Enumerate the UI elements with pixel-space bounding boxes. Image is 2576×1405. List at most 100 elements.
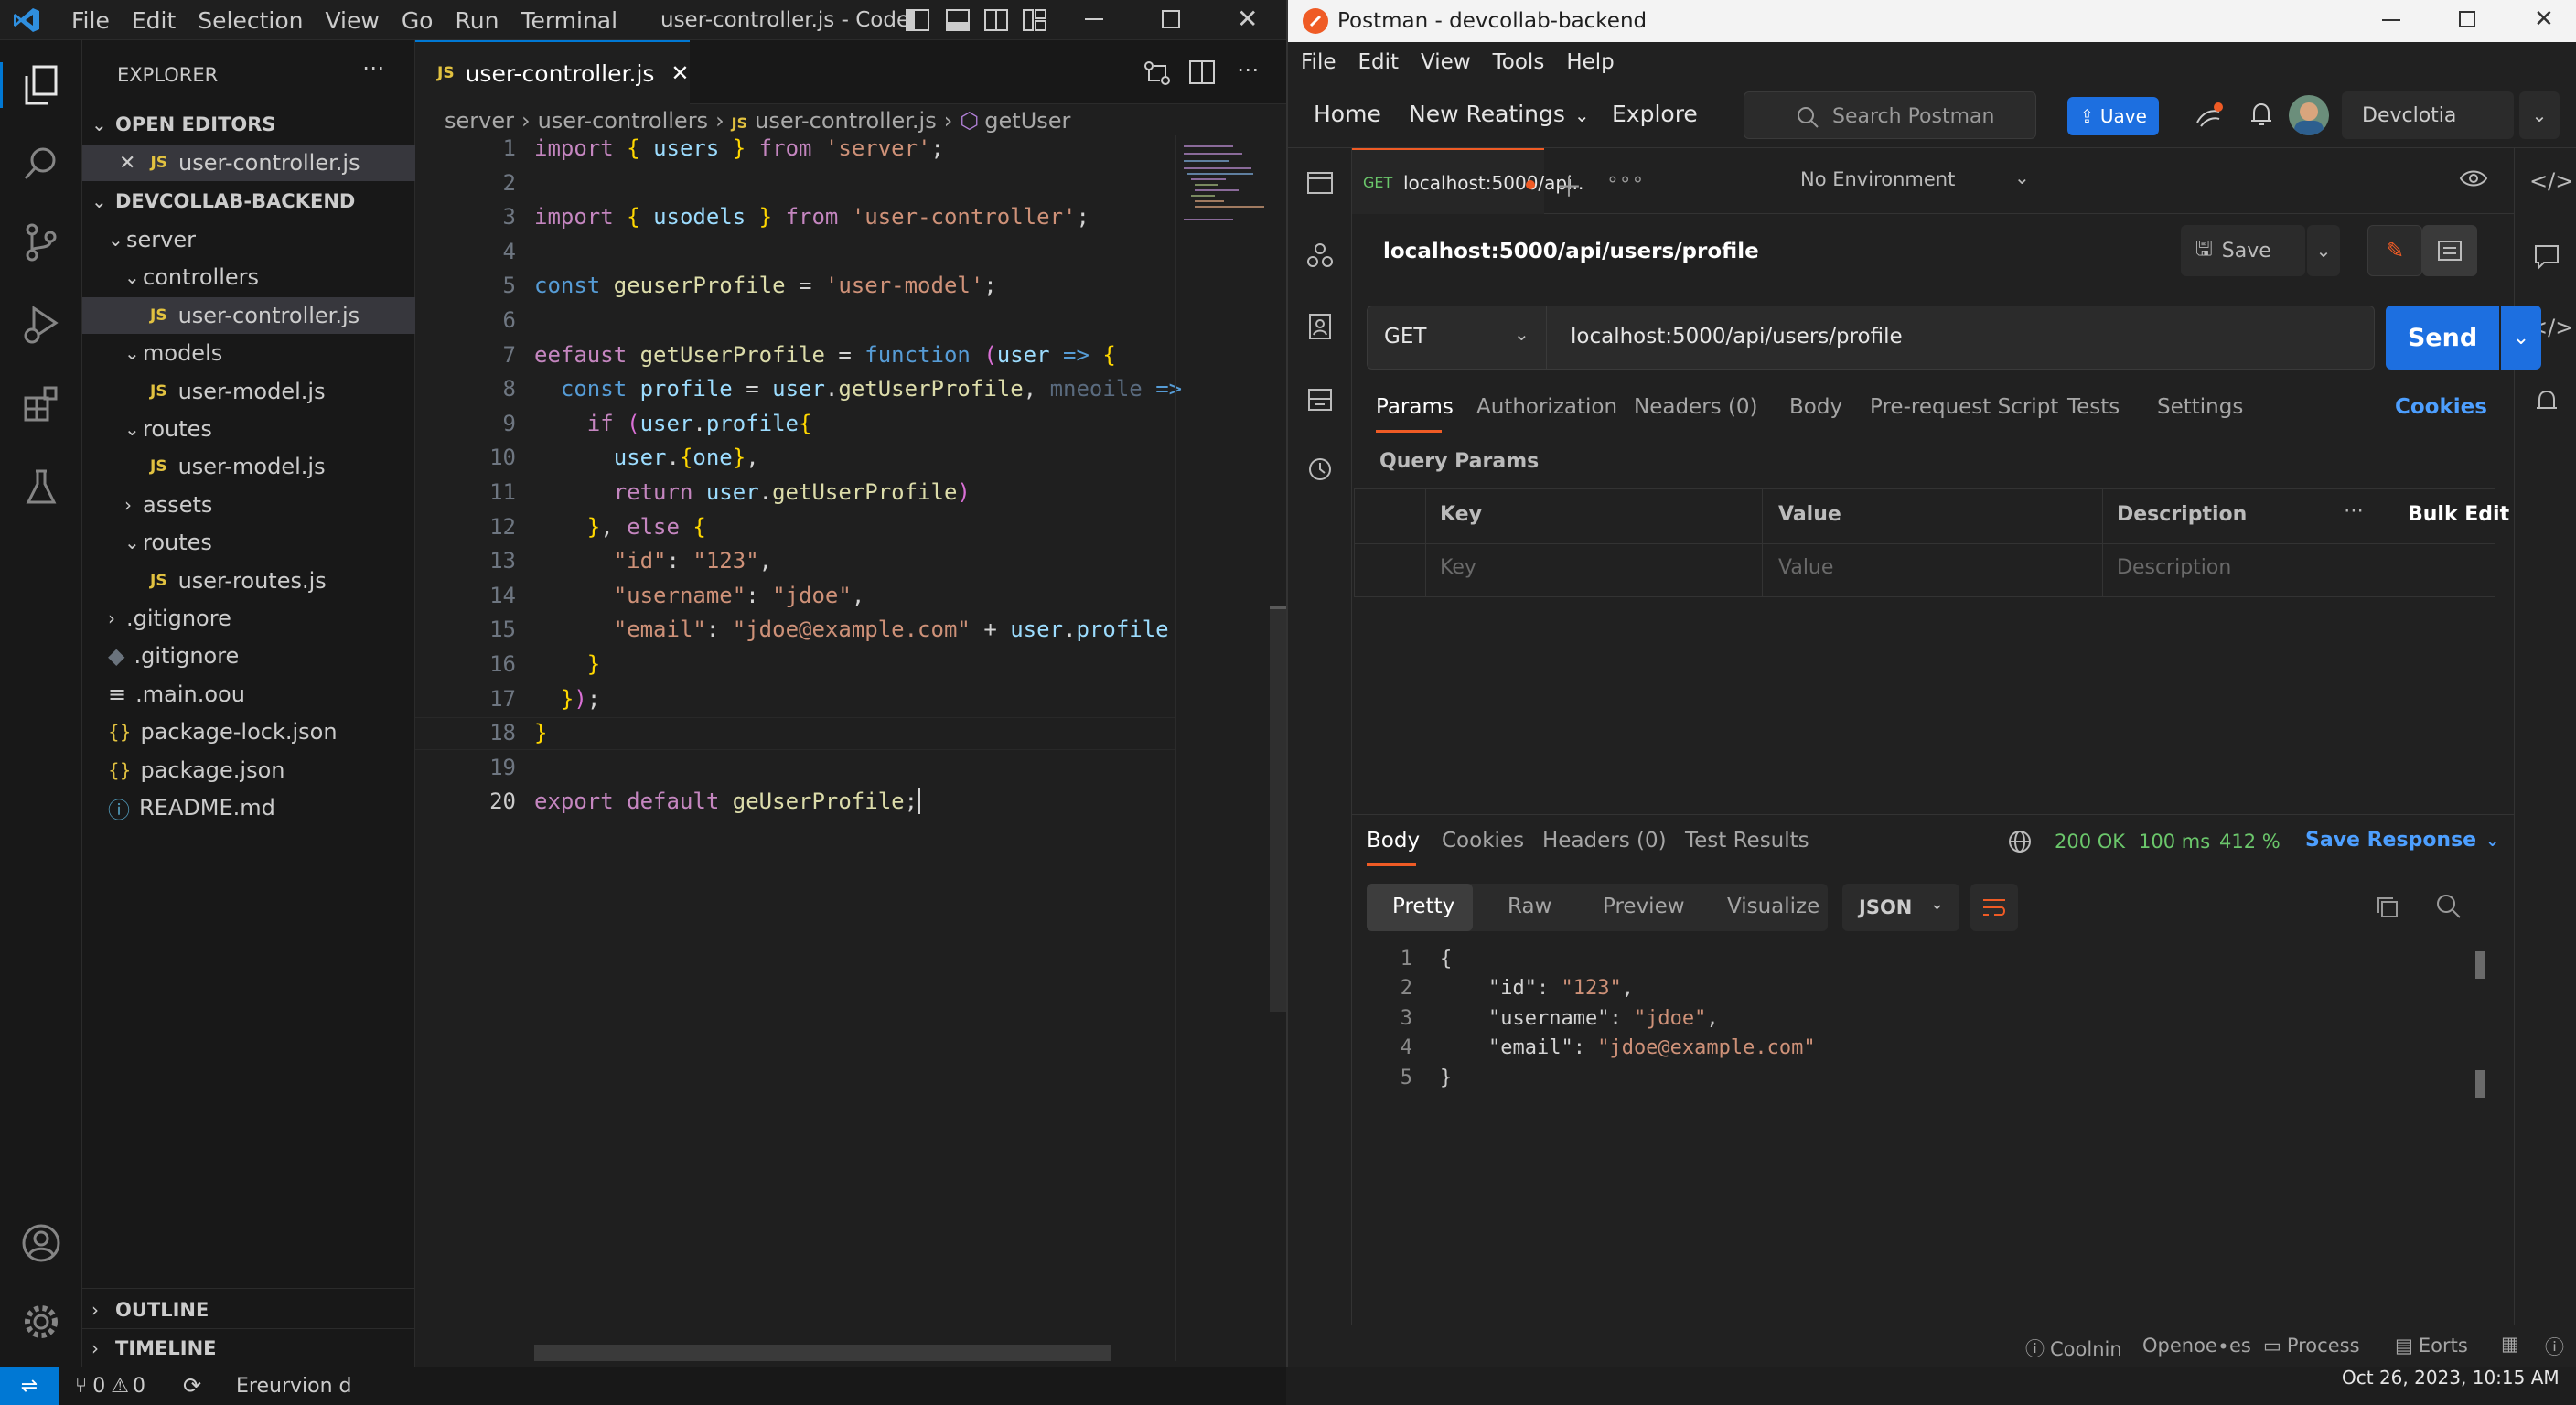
response-size[interactable]: 412 %: [2219, 831, 2281, 853]
menu-terminal[interactable]: Terminal: [521, 7, 617, 34]
request-tab[interactable]: GET localhost:5000/api..: [1352, 148, 1583, 214]
code-line[interactable]: "id": "123",: [534, 548, 772, 574]
pm-menu-file[interactable]: File: [1301, 50, 1336, 74]
sync-icon[interactable]: ⟳: [183, 1373, 201, 1399]
pm-close-icon[interactable]: ✕: [2534, 5, 2554, 33]
code-line[interactable]: const profile = user.getUserProfile, mne…: [534, 376, 1182, 402]
description-input[interactable]: Description: [2117, 556, 2231, 579]
tree-item[interactable]: {} package.json: [82, 752, 415, 788]
format-select[interactable]: JSON ⌄: [1842, 884, 1959, 931]
tree-item[interactable]: JS user-model.js: [82, 448, 415, 485]
minimap[interactable]: [1178, 141, 1270, 223]
remote-indicator-icon[interactable]: ⇌: [0, 1367, 59, 1405]
menu-file[interactable]: File: [71, 7, 110, 34]
menu-run[interactable]: Run: [455, 7, 499, 34]
help-icon[interactable]: ⓘ: [2545, 1333, 2564, 1360]
search-box[interactable]: Search Postman: [1744, 91, 2036, 139]
url-input[interactable]: localhost:5000/api/users/profile: [1571, 325, 1903, 349]
code-line[interactable]: "email": "jdoe@example.com" + user.profi…: [534, 617, 1169, 642]
code-line[interactable]: import { users } from 'server';: [534, 135, 944, 161]
tree-item[interactable]: › assets: [82, 487, 415, 523]
pm-minimize-icon[interactable]: [2382, 19, 2400, 21]
compare-changes-icon[interactable]: [1143, 60, 1171, 86]
tree-item[interactable]: ⌄ routes: [82, 524, 415, 561]
mock-servers-icon[interactable]: [1306, 386, 1334, 413]
timeline-section[interactable]: › TIMELINE: [82, 1330, 415, 1367]
table-more-icon[interactable]: ⋯: [2344, 499, 2364, 522]
tab-tests[interactable]: Tests: [2067, 395, 2120, 419]
code-line[interactable]: }: [534, 720, 547, 745]
tree-item[interactable]: ⌄ controllers: [82, 259, 415, 295]
console-button[interactable]: ⓘ Coolnin: [2025, 1335, 2122, 1362]
resp-tab-cookies[interactable]: Cookies: [1442, 829, 1524, 853]
pm-menu-view[interactable]: View: [1421, 50, 1471, 74]
save-button[interactable]: 🖫 Save: [2181, 225, 2305, 276]
menu-go[interactable]: Go: [402, 7, 434, 34]
breadcrumb-item[interactable]: server: [445, 108, 514, 134]
environments-icon[interactable]: [1306, 313, 1334, 340]
code-line[interactable]: user.{one},: [534, 445, 759, 470]
environment-selector[interactable]: No Environment: [1800, 168, 1955, 190]
outline-section[interactable]: › OUTLINE: [82, 1292, 415, 1328]
eorts-button[interactable]: ▤ Eorts: [2395, 1335, 2468, 1357]
save-chevron-icon[interactable]: ⌄: [2307, 225, 2340, 276]
menu-view[interactable]: View: [325, 7, 379, 34]
workspace-switcher[interactable]: Devclotia: [2342, 91, 2514, 139]
history-icon[interactable]: [1306, 456, 1334, 483]
open-editors-section[interactable]: ⌄ OPEN EDITORS: [82, 106, 415, 143]
close-editor-icon[interactable]: ✕: [119, 152, 135, 175]
nav-explore[interactable]: Explore: [1612, 101, 1698, 127]
status-code[interactable]: 200 OK: [2055, 831, 2125, 853]
close-tab-icon[interactable]: ✕: [671, 60, 689, 86]
tree-item[interactable]: ⌄ routes: [82, 411, 415, 447]
code-line[interactable]: }: [534, 651, 600, 677]
search-response-icon[interactable]: [2435, 893, 2463, 920]
tree-item[interactable]: ⌄ server: [82, 221, 415, 258]
pm-menu-edit[interactable]: Edit: [1358, 50, 1400, 74]
nav-workspaces[interactable]: New Reatings ⌄: [1409, 101, 1590, 127]
value-input[interactable]: Value: [1778, 556, 1833, 579]
menu-edit[interactable]: Edit: [132, 7, 176, 34]
toggle-sidebar-icon[interactable]: [906, 9, 929, 31]
toggle-panel-icon[interactable]: [946, 9, 970, 31]
customize-layout-icon[interactable]: [1023, 9, 1046, 31]
code-line[interactable]: const geuserProfile = 'user-model';: [534, 273, 997, 298]
response-body[interactable]: 1 {2 "id": "123", 3 "username": "jdoe", 4 "…: [1367, 948, 2464, 1131]
status-extra[interactable]: Ereurvion d: [236, 1375, 351, 1398]
send-button[interactable]: Send: [2386, 306, 2499, 370]
accounts-icon[interactable]: [18, 1220, 64, 1266]
pm-menu-tools[interactable]: Tools: [1493, 50, 1545, 74]
resp-tab-body[interactable]: Body: [1367, 829, 1420, 853]
view-visualize[interactable]: Visualize: [1727, 895, 1819, 918]
tree-item[interactable]: ⌄ models: [82, 335, 415, 371]
workspace-chevron-icon[interactable]: ⌄: [2519, 91, 2560, 139]
apis-icon[interactable]: [1306, 241, 1334, 269]
code-line[interactable]: });: [534, 686, 600, 712]
settings-gear-icon[interactable]: [18, 1299, 64, 1345]
layout-icon[interactable]: ▦: [2501, 1333, 2519, 1355]
code-line[interactable]: if (user.profile{: [534, 411, 812, 436]
tree-item[interactable]: › .gitignore: [82, 600, 415, 637]
code-line[interactable]: return user.getUserProfile): [534, 479, 971, 505]
tabs-more-icon[interactable]: ∘∘∘: [1606, 168, 1644, 191]
key-input[interactable]: Key: [1440, 556, 1476, 579]
editor-more-icon[interactable]: ⋯: [1237, 57, 1259, 82]
bulk-edit-button[interactable]: Bulk Edit: [2408, 503, 2509, 526]
right-bell-icon[interactable]: [2533, 388, 2560, 415]
tab-body[interactable]: Body: [1789, 395, 1842, 419]
extensions-icon[interactable]: [18, 382, 64, 428]
environment-eye-icon[interactable]: [2459, 166, 2488, 190]
close-window-icon[interactable]: ✕: [1237, 4, 1258, 34]
tree-item[interactable]: ◆ .gitignore: [82, 638, 415, 674]
comments-icon[interactable]: [2533, 243, 2560, 271]
breadcrumb-item[interactable]: getUser: [984, 108, 1070, 134]
source-control-icon[interactable]: [18, 220, 64, 265]
avatar[interactable]: [2289, 95, 2329, 135]
nav-home[interactable]: Home: [1314, 101, 1381, 127]
new-tab-plus-icon[interactable]: ＋: [1555, 165, 1583, 205]
method-select[interactable]: GET ⌄: [1368, 306, 1547, 369]
maximize-icon[interactable]: [1162, 10, 1180, 28]
save-response-button[interactable]: Save Response ⌄: [2305, 829, 2499, 852]
tree-item[interactable]: JS user-routes.js: [82, 563, 415, 599]
tree-item[interactable]: ⓘ README.md: [82, 789, 415, 826]
